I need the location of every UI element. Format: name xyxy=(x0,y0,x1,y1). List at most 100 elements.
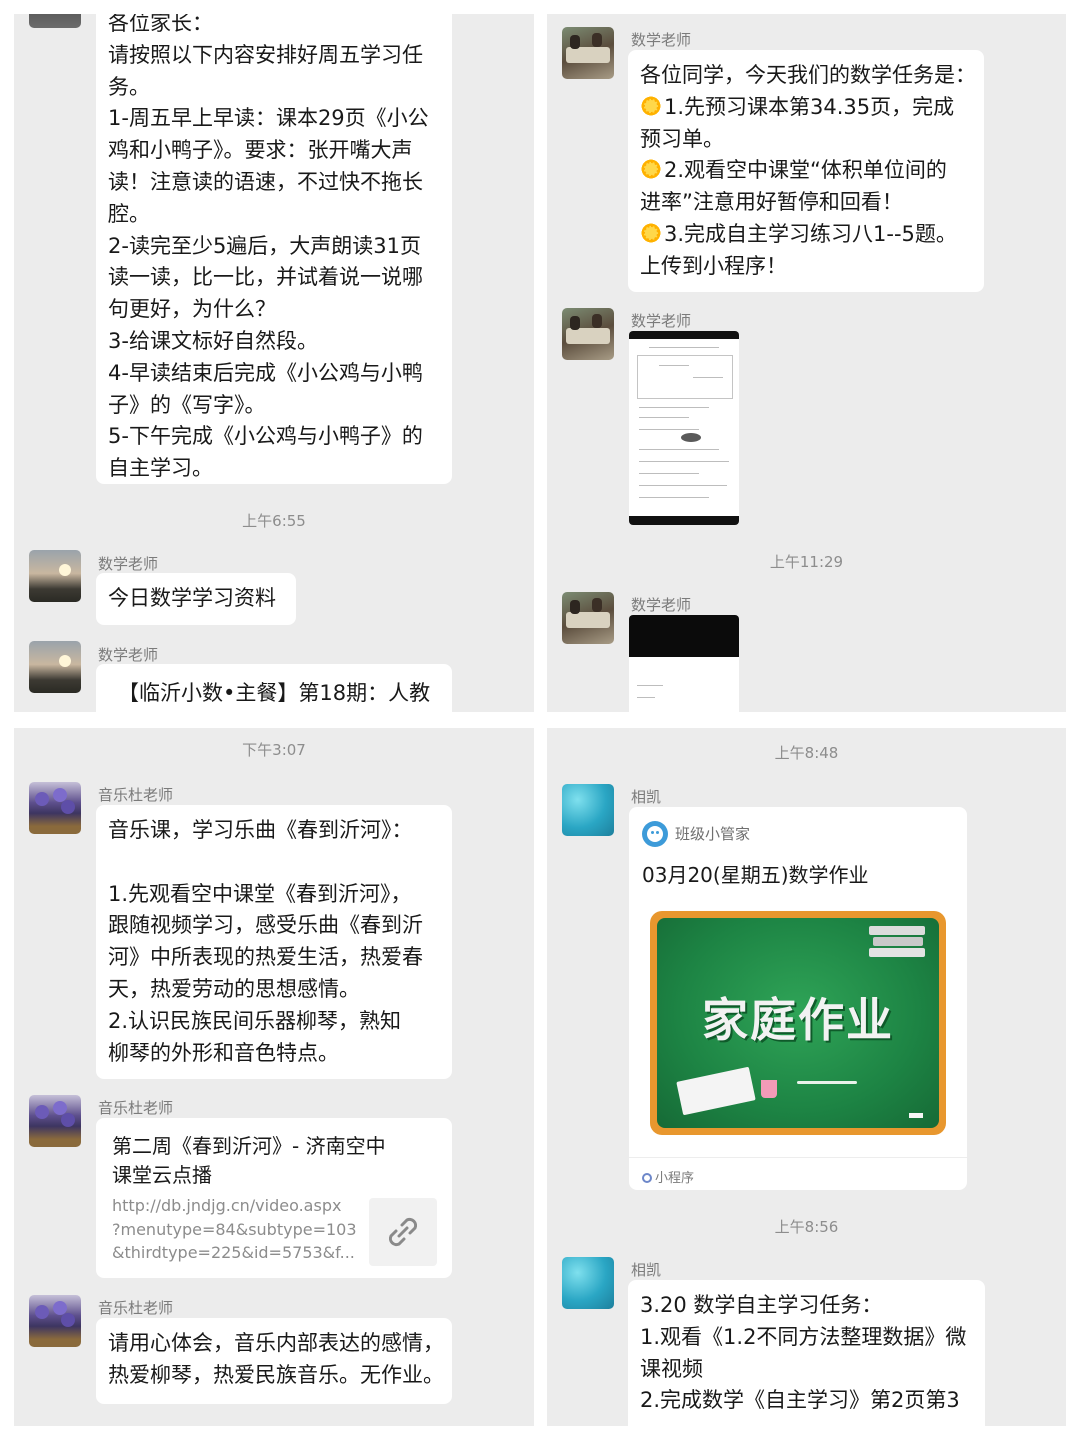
message-text-line: 音乐课，学习乐曲《春到沂河》： xyxy=(108,815,440,847)
avatar[interactable] xyxy=(29,1095,81,1147)
message-bubble[interactable]: 今日数学学习资料 xyxy=(96,573,296,625)
avatar[interactable] xyxy=(562,592,614,644)
message-text-line: 2.观看空中课堂“体积单位间的 xyxy=(640,155,972,187)
message-text: 跟随视频学习，感受乐曲《春到沂 xyxy=(108,913,423,938)
message-text: 5-下午完成《小公鸡与小鸭子》的 xyxy=(108,424,423,449)
link-icon xyxy=(388,1217,418,1247)
card-title: 03月20(星期五)数学作业 xyxy=(642,863,869,887)
message-text: 音乐课，学习乐曲《春到沂河》： xyxy=(108,818,413,842)
message-text-line: 1-周五早上早读：课本29页《小公 xyxy=(108,103,440,135)
message-bubble[interactable]: 音乐课，学习乐曲《春到沂河》： 1.先观看空中课堂《春到沂河》， 跟随视频学习，感… xyxy=(96,805,452,1079)
chat-panel-2: 数学老师 各位同学，今天我们的数学任务是： 1.先预习课本第34.35页，完成预习… xyxy=(547,14,1066,712)
message-text: 河》中所表现的热爱生活，热爱春 xyxy=(108,945,423,970)
message-text: 2-读完至少5遍后，大声朗读31页 xyxy=(108,233,422,258)
worksheet-image[interactable] xyxy=(629,615,739,712)
link-thumbnail xyxy=(369,1198,437,1266)
message-bubble[interactable]: 请用心体会，音乐内部表达的感情， 热爱柳琴，热爱民族音乐。无作业。 xyxy=(96,1318,452,1404)
message-text: 进率”注意用好暂停和回看！ xyxy=(640,190,903,215)
chat-panel-1: 各位家长： 请按照以下内容安排好周五学习任 务。 1-周五早上早读：课本29页《小公鸡… xyxy=(14,14,534,712)
avatar[interactable] xyxy=(29,1295,81,1347)
message-bubble[interactable]: 各位家长： 请按照以下内容安排好周五学习任 务。 1-周五早上早读：课本29页《小公鸡… xyxy=(96,14,452,484)
message-text: 热爱柳琴，热爱民族音乐。无作业。 xyxy=(108,1362,444,1387)
message-text: 1.观看《1.2不同方法整理数据》微 xyxy=(640,1324,967,1349)
message-bubble[interactable]: 3.20 数学自主学习任务： 1.观看《1.2不同方法整理数据》微 课视频 2.完成数… xyxy=(628,1280,985,1426)
message-text: 2.认识民族民间乐器柳琴，熟知 xyxy=(108,1008,402,1033)
message-text: 今日数学学习资料 xyxy=(108,586,276,610)
message-text-line: 5-下午完成《小公鸡与小鸭子》的 xyxy=(108,421,440,453)
sender-name: 数学老师 xyxy=(98,646,159,664)
message-text-line: 河》中所表现的热爱生活，热爱春 xyxy=(108,942,440,974)
sender-name: 数学老师 xyxy=(631,312,692,330)
chalkboard-text: 家庭作业 xyxy=(702,993,894,1047)
sun-emoji-icon xyxy=(640,221,662,244)
message-text-line: 热爱柳琴，热爱民族音乐。无作业。 xyxy=(108,1360,444,1392)
message-text-line xyxy=(108,847,440,879)
sender-name: 数学老师 xyxy=(631,596,692,614)
message-text-line: 各位家长： xyxy=(108,14,440,40)
message-text-line: 1.先观看空中课堂《春到沂河》， xyxy=(108,879,440,911)
message-bubble[interactable]: 【临沂小数•主餐】第18期：人教 xyxy=(96,664,452,712)
link-url: http://db.jndjg.cn/video.aspx ?menutype=… xyxy=(112,1196,357,1262)
timestamp: 上午8:56 xyxy=(774,1218,839,1236)
sender-name: 音乐杜老师 xyxy=(98,786,174,804)
message-text-line: 4-早读结束后完成《小公鸡与小鸭 xyxy=(108,358,440,390)
sender-name: 数学老师 xyxy=(631,31,692,49)
message-text-line: 务。 xyxy=(108,72,440,104)
message-text-line: 课视频 xyxy=(640,1354,973,1386)
message-text-line: 读！注意读的语速，不过快不拖长 xyxy=(108,167,440,199)
message-text-line: 句更好，为什么？ xyxy=(108,294,440,326)
message-text-line: 鸡和小鸭子》。要求：张开嘴大声 xyxy=(108,135,440,167)
timestamp: 下午3:07 xyxy=(242,741,306,759)
books-icon xyxy=(869,926,925,958)
message-text-line: 3-给课文标好自然段。 xyxy=(108,326,440,358)
app-logo-icon xyxy=(642,821,668,847)
cup-icon xyxy=(761,1080,777,1098)
message-text-line: 柳琴的外形和音色特点。 xyxy=(108,1038,440,1070)
avatar[interactable] xyxy=(562,308,614,360)
homework-chalkboard-image: 家庭作业 xyxy=(650,911,946,1135)
chat-panel-4: 上午8:48 相凯 班级小管家 03月20(星期五)数学作业 家庭作业 小程序 … xyxy=(547,728,1066,1426)
message-text: 预习单。 xyxy=(640,126,724,151)
message-text: 务。 xyxy=(108,74,150,99)
sender-name: 数学老师 xyxy=(98,555,159,573)
sun-emoji-icon xyxy=(640,158,662,181)
message-text: 课视频 xyxy=(640,1356,703,1381)
avatar[interactable] xyxy=(562,784,614,836)
timestamp: 上午6:55 xyxy=(242,512,306,530)
message-text: 2.完成数学《自主学习》第2页第3 xyxy=(640,1388,960,1413)
avatar[interactable] xyxy=(29,14,81,28)
message-text: 自主学习。 xyxy=(108,456,213,481)
timestamp: 上午11:29 xyxy=(769,553,844,571)
message-text: 读！注意读的语速，不过快不拖长 xyxy=(108,169,423,194)
message-text: 1.先预习课本第34.35页，完成 xyxy=(664,94,955,119)
message-text: 上传到小程序！ xyxy=(640,253,787,278)
mini-program-card[interactable]: 班级小管家 03月20(星期五)数学作业 家庭作业 小程序 xyxy=(629,807,967,1190)
message-text-line: 2.认识民族民间乐器柳琴，熟知 xyxy=(108,1006,440,1038)
avatar[interactable] xyxy=(29,782,81,834)
sender-name: 音乐杜老师 xyxy=(98,1299,174,1317)
message-text: 1-周五早上早读：课本29页《小公 xyxy=(108,106,429,131)
worksheet-image[interactable] xyxy=(629,331,739,525)
message-text: 4-早读结束后完成《小公鸡与小鸭 xyxy=(108,360,423,385)
message-text-line: 进率”注意用好暂停和回看！ xyxy=(640,187,972,219)
link-card[interactable]: 第二周《春到沂河》- 济南空中 课堂云点播 http://db.jndjg.cn… xyxy=(96,1118,452,1278)
message-text-line: 请用心体会，音乐内部表达的感情， xyxy=(108,1328,444,1360)
message-text: 3-给课文标好自然段。 xyxy=(108,328,318,353)
mini-program-label: 小程序 xyxy=(642,1167,694,1186)
avatar[interactable] xyxy=(29,641,81,693)
message-text: 天，热爱劳动的思想感情。 xyxy=(108,976,360,1001)
avatar[interactable] xyxy=(562,1257,614,1309)
notebook-icon xyxy=(676,1066,756,1116)
message-text-line: 1.先预习课本第34.35页，完成 xyxy=(640,92,972,124)
avatar[interactable] xyxy=(562,27,614,79)
message-text-line: 2-读完至少5遍后，大声朗读31页 xyxy=(108,231,440,263)
timestamp: 上午8:48 xyxy=(774,744,839,762)
avatar[interactable] xyxy=(29,550,81,602)
message-text: 各位家长： xyxy=(108,14,213,35)
message-bubble[interactable]: 各位同学，今天我们的数学任务是： 1.先预习课本第34.35页，完成预习单。 2.观… xyxy=(628,50,984,292)
message-text: 各位同学，今天我们的数学任务是： xyxy=(640,63,976,87)
message-text-line: 3.20 数学自主学习任务： xyxy=(640,1290,973,1322)
message-text-line: 上传到小程序！ xyxy=(640,251,972,283)
mini-program-icon xyxy=(642,1173,652,1183)
sender-name: 相凯 xyxy=(631,1261,662,1279)
